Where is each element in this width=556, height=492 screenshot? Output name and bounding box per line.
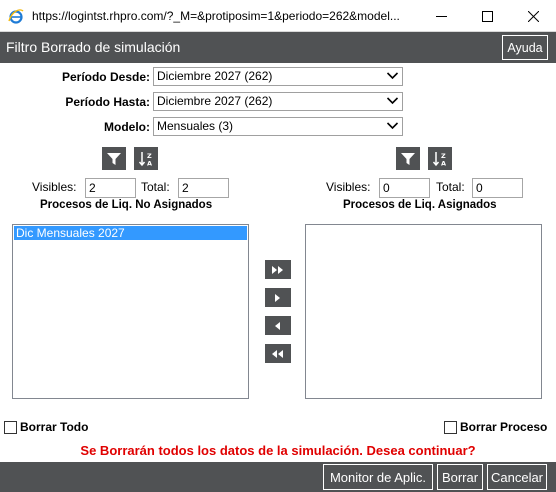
right-total-label: Total: <box>436 180 465 194</box>
chevron-down-icon <box>387 72 398 80</box>
close-window-button[interactable] <box>510 0 556 32</box>
left-visibles-label: Visibles: <box>32 180 77 194</box>
periodo-desde-value: Diciembre 2027 (262) <box>157 69 273 83</box>
warning-message: Se Borrarán todos los datos de la simula… <box>80 443 476 458</box>
right-visibles-field[interactable]: 0 <box>379 178 430 198</box>
right-total-field[interactable]: 0 <box>472 178 523 198</box>
periodo-hasta-select[interactable]: Diciembre 2027 (262) <box>153 92 403 111</box>
footer-bar: Monitor de Aplic. Borrar Cancelar <box>0 462 556 492</box>
left-visibles-field[interactable]: 2 <box>85 178 136 198</box>
assigned-processes-list[interactable] <box>305 224 542 399</box>
double-arrow-left-icon <box>272 349 283 358</box>
list-item[interactable]: Dic Mensuales 2027 <box>14 226 247 240</box>
unassigned-processes-list[interactable]: Dic Mensuales 2027 <box>12 224 249 399</box>
borrar-todo-checkbox[interactable] <box>4 421 17 434</box>
sort-az-icon: Z A <box>432 151 446 167</box>
move-all-left-button[interactable] <box>265 344 291 363</box>
borrar-button[interactable]: Borrar <box>437 464 483 490</box>
browser-titlebar: https://logintst.rhpro.com/?_M=&protipos… <box>0 0 556 32</box>
right-sort-button[interactable]: Z A <box>428 147 452 170</box>
borrar-proceso-label: Borrar Proceso <box>460 420 548 434</box>
periodo-hasta-label: Período Hasta: <box>65 95 150 109</box>
double-arrow-right-icon <box>272 265 283 274</box>
filter-icon <box>107 152 121 165</box>
right-filter-button[interactable] <box>396 147 420 170</box>
move-left-button[interactable] <box>265 316 291 335</box>
left-total-label: Total: <box>141 180 170 194</box>
sort-az-icon: Z A <box>138 151 152 167</box>
borrar-proceso-checkbox[interactable] <box>444 421 457 434</box>
periodo-desde-select[interactable]: Diciembre 2027 (262) <box>153 67 403 86</box>
minimize-icon <box>435 15 447 17</box>
help-button[interactable]: Ayuda <box>502 35 548 60</box>
right-visibles-label: Visibles: <box>326 180 371 194</box>
maximize-icon <box>481 10 493 22</box>
move-all-right-button[interactable] <box>265 260 291 279</box>
periodo-desde-label: Período Desde: <box>61 70 150 84</box>
svg-text:A: A <box>441 159 446 167</box>
right-panel-title: Procesos de Liq. Asignados <box>343 199 497 211</box>
left-panel-title: Procesos de Liq. No Asignados <box>40 199 213 211</box>
modelo-label: Modelo: <box>104 120 150 134</box>
chevron-down-icon <box>387 97 398 105</box>
arrow-right-icon <box>275 293 280 302</box>
borrar-todo-label: Borrar Todo <box>20 420 89 434</box>
chevron-down-icon <box>387 122 398 130</box>
left-filter-button[interactable] <box>102 147 126 170</box>
app-header: Filtro Borrado de simulación Ayuda <box>0 32 556 63</box>
monitor-button[interactable]: Monitor de Aplic. <box>323 464 433 490</box>
modelo-select[interactable]: Mensuales (3) <box>153 117 403 136</box>
svg-text:A: A <box>147 159 152 167</box>
modelo-value: Mensuales (3) <box>157 119 234 133</box>
page-title: Filtro Borrado de simulación <box>6 39 181 55</box>
left-total-field[interactable]: 2 <box>178 178 229 198</box>
cancelar-button[interactable]: Cancelar <box>487 464 547 490</box>
close-icon <box>527 10 539 22</box>
left-sort-button[interactable]: Z A <box>134 147 158 170</box>
window-url: https://logintst.rhpro.com/?_M=&protipos… <box>32 9 400 23</box>
filter-icon <box>401 152 415 165</box>
periodo-hasta-value: Diciembre 2027 (262) <box>157 94 273 108</box>
minimize-button[interactable] <box>418 0 464 32</box>
internet-explorer-icon <box>8 9 24 24</box>
arrow-left-icon <box>275 321 280 330</box>
move-right-button[interactable] <box>265 288 291 307</box>
maximize-button[interactable] <box>464 0 510 32</box>
